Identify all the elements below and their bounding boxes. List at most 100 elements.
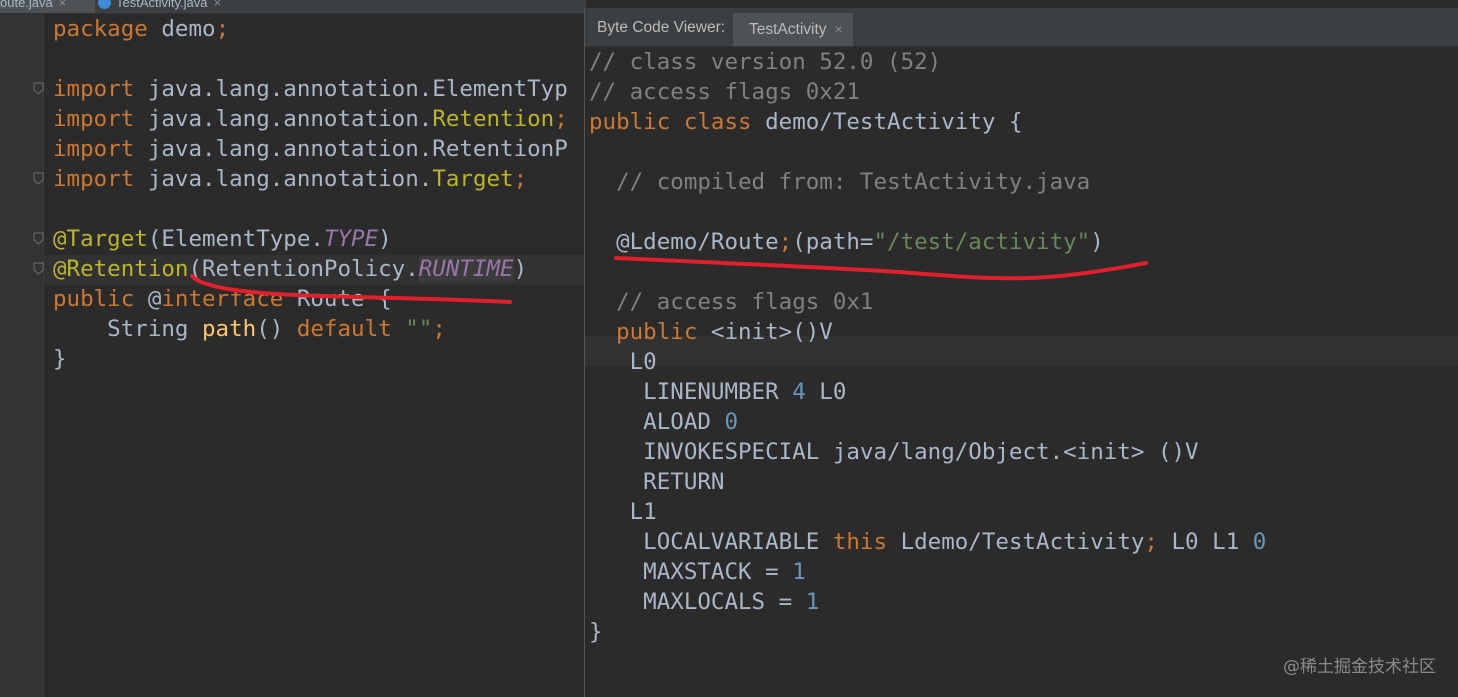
code-token: package xyxy=(53,16,162,42)
code-token: (path= xyxy=(792,229,874,255)
code-line: L1 xyxy=(589,497,657,527)
class-icon xyxy=(98,0,111,10)
code-token: (ElementType. xyxy=(147,226,324,252)
fold-icon[interactable] xyxy=(33,262,44,275)
code-line: ALOAD 0 xyxy=(589,407,738,437)
code-token: ) xyxy=(378,226,392,252)
code-token: public xyxy=(53,286,148,312)
code-token: interface xyxy=(161,286,297,312)
bytecode-text[interactable]: // class version 52.0 (52) // access flag… xyxy=(589,47,1458,697)
code-line: public class demo/TestActivity { xyxy=(589,107,1023,137)
code-token: demo xyxy=(161,16,216,42)
code-token: Target xyxy=(432,166,514,192)
code-token: L0 xyxy=(589,349,657,375)
close-icon[interactable]: × xyxy=(214,0,222,10)
code-token: INVOKESPECIAL java/lang/Object.<init> ()… xyxy=(589,439,1199,465)
code-token: ; xyxy=(554,106,568,132)
code-token: import xyxy=(53,76,148,102)
code-token: demo/TestActivity { xyxy=(765,109,1023,135)
tab-route-java[interactable]: oute.java × xyxy=(0,0,95,13)
code-token: Route { xyxy=(296,286,392,312)
editor-gutter[interactable] xyxy=(0,14,44,697)
close-icon[interactable]: × xyxy=(59,0,67,10)
code-token: ; xyxy=(778,229,793,255)
code-line: INVOKESPECIAL java/lang/Object.<init> ()… xyxy=(589,437,1199,467)
tab-label: oute.java xyxy=(0,0,53,10)
code-token: ; xyxy=(513,166,528,192)
code-token: // class version 52.0 (52) xyxy=(589,49,942,75)
tab-testactivity-java[interactable]: TestActivity.java × xyxy=(98,0,268,13)
code-token: ; xyxy=(432,316,446,342)
code-line: import java.lang.annotation.ElementTyp xyxy=(53,74,568,104)
code-token: TYPE xyxy=(323,226,379,252)
tab-testactivity[interactable]: TestActivity × xyxy=(733,13,853,46)
code-token: public class xyxy=(589,109,766,135)
code-token: @Target xyxy=(53,226,148,252)
code-token: ; xyxy=(215,16,230,42)
code-token: import xyxy=(53,166,148,192)
code-token: // compiled from: TestActivity.java xyxy=(589,169,1091,195)
code-token: 1 xyxy=(792,559,806,585)
route-java-editor[interactable]: package demo; import java.lang.annotation… xyxy=(53,14,586,697)
code-token: // access flags 0x1 xyxy=(589,289,874,315)
code-line: import java.lang.annotation.Retention; xyxy=(53,104,568,134)
code-token: RUNTIME xyxy=(418,256,514,282)
code-token: ) xyxy=(513,256,528,282)
code-line: // class version 52.0 (52) xyxy=(589,47,941,77)
close-icon[interactable]: × xyxy=(835,21,843,37)
code-line: LINENUMBER 4 L0 xyxy=(589,377,846,407)
code-line: // compiled from: TestActivity.java xyxy=(589,167,1090,197)
code-token: Retention xyxy=(432,106,555,132)
code-token: } xyxy=(53,346,67,372)
code-line: package demo; xyxy=(53,14,229,44)
code-line: @Retention(RetentionPolicy.RUNTIME) xyxy=(53,254,527,284)
code-line: L0 xyxy=(589,347,657,377)
code-token: java.lang.annotation.ElementTyp xyxy=(147,76,568,102)
code-token: L1 xyxy=(589,499,657,525)
code-token: MAXLOCALS = xyxy=(589,589,806,615)
code-line: // access flags 0x21 xyxy=(589,77,860,107)
code-token: default xyxy=(296,316,406,342)
code-line: MAXSTACK = 1 xyxy=(589,557,806,587)
code-line: } xyxy=(53,344,67,374)
code-token: <init>()V xyxy=(710,319,833,345)
code-line: import java.lang.annotation.Target; xyxy=(53,164,527,194)
byte-code-viewer-panel: Byte Code Viewer: TestActivity × // class… xyxy=(584,8,1458,697)
code-token: 0 xyxy=(724,409,739,435)
code-token: LOCALVARIABLE xyxy=(589,529,833,555)
code-line: import java.lang.annotation.RetentionP xyxy=(53,134,568,164)
code-token: L0 L1 xyxy=(1157,529,1253,555)
code-line: RETURN xyxy=(589,467,724,497)
code-token: java.lang.annotation. xyxy=(147,106,433,132)
code-token: 4 xyxy=(792,379,806,405)
code-token: RETURN xyxy=(589,469,725,495)
code-token: "" xyxy=(405,316,433,342)
code-token: MAXSTACK = xyxy=(589,559,793,585)
tab-label: TestActivity xyxy=(749,21,827,38)
editor-tab-bar: oute.java × TestActivity.java × xyxy=(0,0,586,14)
code-line: String path() default ""; xyxy=(53,314,446,344)
code-token: String xyxy=(53,316,203,342)
fold-icon[interactable] xyxy=(33,232,44,245)
fold-icon[interactable] xyxy=(33,172,44,185)
code-token: "/test/activity" xyxy=(873,229,1091,255)
code-line: @Ldemo/Route;(path="/test/activity") xyxy=(589,227,1104,257)
code-token: import xyxy=(53,136,148,162)
fold-icon[interactable] xyxy=(33,82,44,95)
code-token: @Ldemo/Route xyxy=(589,229,779,255)
code-token: ; xyxy=(1144,529,1158,555)
viewer-title: Byte Code Viewer: xyxy=(597,19,726,36)
code-line: LOCALVARIABLE this Ldemo/TestActivity; L… xyxy=(589,527,1266,557)
code-token: java.lang.annotation. xyxy=(147,166,433,192)
code-token: (RetentionPolicy. xyxy=(188,256,419,282)
code-line: // access flags 0x1 xyxy=(589,287,873,317)
code-line: } xyxy=(589,617,603,647)
code-token: public xyxy=(589,319,711,345)
code-token: path xyxy=(202,316,257,342)
code-token: import xyxy=(53,106,148,132)
code-token: Ldemo/TestActivity xyxy=(900,529,1145,555)
byte-code-viewer-header: Byte Code Viewer: TestActivity × xyxy=(585,8,1458,47)
code-token: ALOAD xyxy=(589,409,725,435)
code-line: @Target(ElementType.TYPE) xyxy=(53,224,392,254)
code-token: () xyxy=(256,316,297,342)
